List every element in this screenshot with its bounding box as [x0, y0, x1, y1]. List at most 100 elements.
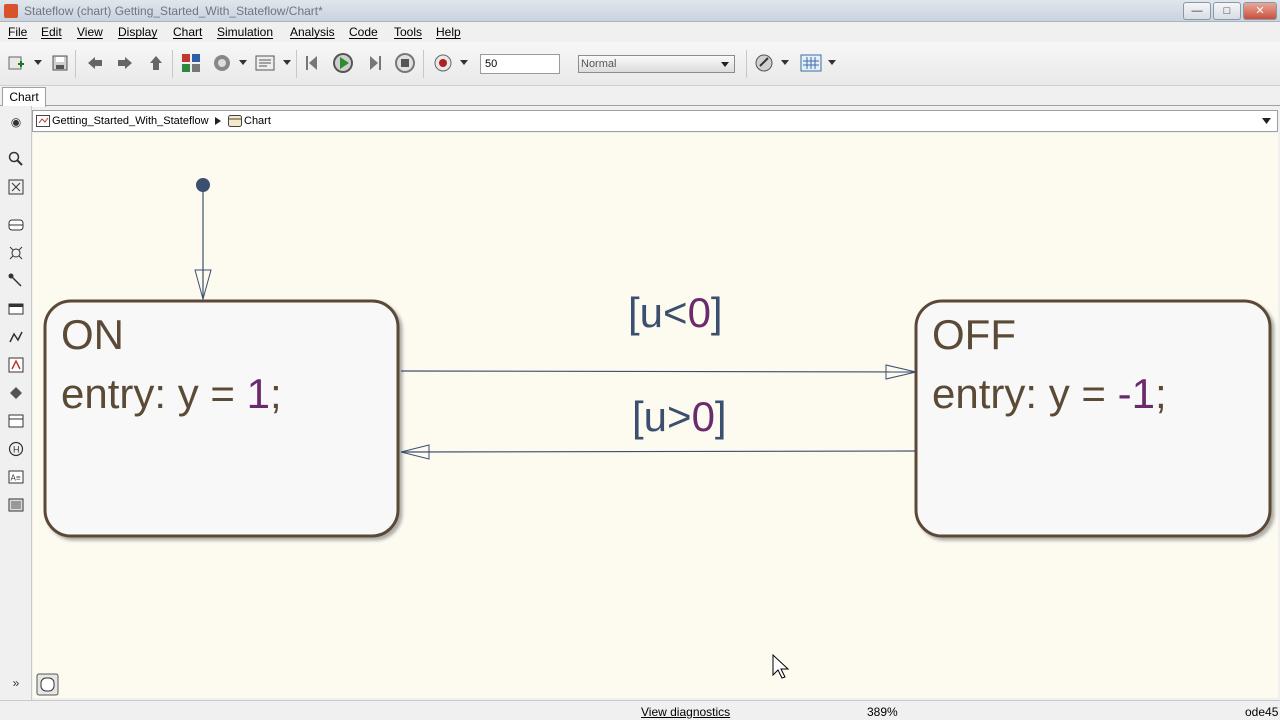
- status-bar: View diagnostics 389% ode45: [0, 700, 1280, 720]
- transition-2-open: [u>: [632, 393, 692, 440]
- chevron-down-icon[interactable]: [1262, 118, 1271, 124]
- menu-bar: File Edit View Display Chart Simulation …: [0, 22, 1280, 42]
- save-icon[interactable]: [49, 52, 71, 74]
- transition-off-to-on[interactable]: [400, 450, 917, 453]
- minimize-button[interactable]: —: [1183, 2, 1211, 20]
- state-off-action-suffix: ;: [1155, 370, 1167, 417]
- truth-table-tool-icon[interactable]: [8, 385, 24, 401]
- chevron-down-icon: [721, 62, 729, 67]
- menu-simulation[interactable]: Simulation: [217, 25, 273, 39]
- back-icon[interactable]: [84, 52, 106, 74]
- data-inspector-icon[interactable]: [800, 52, 822, 74]
- state-tool-icon[interactable]: [8, 217, 24, 233]
- history-junction-tool-icon[interactable]: H: [8, 441, 24, 457]
- state-on-action-prefix: entry: y =: [61, 370, 247, 417]
- toolbar: Normal: [0, 42, 1280, 86]
- title-bar: Stateflow (chart) Getting_Started_With_S…: [0, 0, 1280, 22]
- record-icon[interactable]: [432, 52, 454, 74]
- build-dropdown-icon[interactable]: [781, 60, 789, 65]
- state-on-action-suffix: ;: [270, 370, 282, 417]
- hide-show-explorer-icon[interactable]: ◉: [8, 114, 24, 130]
- state-off-action-prefix: entry: y =: [932, 370, 1118, 417]
- default-transition-dot[interactable]: [196, 178, 210, 192]
- transition-2-value: 0: [692, 393, 715, 440]
- up-icon[interactable]: [145, 52, 167, 74]
- step-forward-icon[interactable]: [363, 52, 385, 74]
- record-dropdown-icon[interactable]: [460, 60, 468, 65]
- menu-display[interactable]: Display: [118, 25, 157, 39]
- graphical-function-tool-icon[interactable]: [8, 413, 24, 429]
- image-tool-icon[interactable]: [8, 497, 24, 513]
- run-icon[interactable]: [332, 52, 354, 74]
- state-on[interactable]: ON entry: y = 1;: [43, 299, 400, 538]
- view-diagnostics-link[interactable]: View diagnostics: [641, 705, 730, 719]
- menu-chart[interactable]: Chart: [173, 25, 202, 39]
- fit-to-view-icon[interactable]: [8, 179, 24, 195]
- stop-time-input[interactable]: [480, 54, 560, 74]
- expand-palette-icon[interactable]: »: [8, 675, 24, 691]
- transition-1-open: [u<: [628, 289, 688, 336]
- state-off[interactable]: OFF entry: y = -1;: [914, 299, 1272, 538]
- chart-canvas[interactable]: ON entry: y = 1; OFF entry: y = -1; [u<0…: [33, 133, 1278, 698]
- state-on-name: ON: [61, 311, 124, 358]
- box-tool-icon[interactable]: [8, 301, 24, 317]
- maximize-button[interactable]: □: [1213, 2, 1241, 20]
- svg-text:A≡: A≡: [11, 474, 21, 483]
- stateflow-app-icon: [4, 4, 18, 18]
- zoom-level: 389%: [867, 705, 898, 719]
- explorer-dropdown-icon[interactable]: [283, 60, 291, 65]
- menu-edit[interactable]: Edit: [41, 25, 62, 39]
- config-dropdown-icon[interactable]: [239, 60, 247, 65]
- close-button[interactable]: ✕: [1243, 2, 1277, 20]
- breadcrumb-model[interactable]: Getting_Started_With_Stateflow: [52, 115, 209, 127]
- state-on-action-value: 1: [247, 370, 270, 417]
- matlab-function-tool-icon[interactable]: [8, 357, 24, 373]
- new-model-dropdown-icon[interactable]: [34, 60, 42, 65]
- model-icon: [36, 115, 50, 127]
- model-explorer-icon[interactable]: [254, 52, 276, 74]
- stop-icon[interactable]: [394, 52, 416, 74]
- menu-view[interactable]: View: [77, 25, 103, 39]
- simulink-function-tool-icon[interactable]: [8, 329, 24, 345]
- breadcrumb-chart[interactable]: Chart: [244, 115, 271, 127]
- model-config-icon[interactable]: [211, 52, 233, 74]
- junction-tool-icon[interactable]: [8, 245, 24, 261]
- simulation-mode-select[interactable]: Normal: [578, 55, 735, 73]
- object-palette: ◉ H A≡ »: [0, 106, 32, 700]
- tab-chart[interactable]: Chart: [2, 87, 46, 107]
- window-title: Stateflow (chart) Getting_Started_With_S…: [24, 4, 323, 18]
- stateflow-diagram: ON entry: y = 1; OFF entry: y = -1; [u<0…: [36, 178, 1272, 696]
- forward-icon[interactable]: [114, 52, 136, 74]
- svg-text:H: H: [13, 445, 20, 455]
- menu-file[interactable]: File: [8, 25, 27, 39]
- transition-label-u-greater-than-0[interactable]: [u>0]: [632, 393, 727, 440]
- library-browser-icon[interactable]: [180, 52, 202, 74]
- state-off-action-value: -1: [1118, 370, 1155, 417]
- annotation-tool-icon[interactable]: A≡: [8, 469, 24, 485]
- breadcrumb: Getting_Started_With_Stateflow Chart: [32, 110, 1278, 132]
- menu-tools[interactable]: Tools: [394, 25, 422, 39]
- simulation-mode-value: Normal: [581, 58, 617, 70]
- state-on-entry-action: entry: y = 1;: [61, 370, 282, 417]
- chart-icon: [228, 115, 242, 127]
- state-off-entry-action: entry: y = -1;: [932, 370, 1167, 417]
- build-icon[interactable]: [753, 52, 775, 74]
- transition-on-to-off[interactable]: [400, 370, 917, 373]
- menu-analysis[interactable]: Analysis: [290, 25, 335, 39]
- tab-bar: Chart: [0, 86, 1280, 107]
- menu-help[interactable]: Help: [436, 25, 461, 39]
- state-chart-mini-icon: [40, 677, 55, 692]
- mouse-cursor-icon: [772, 653, 790, 679]
- state-off-name: OFF: [932, 311, 1016, 358]
- new-model-icon[interactable]: [6, 52, 28, 74]
- transition-2-close: ]: [715, 393, 727, 440]
- transition-label-u-less-than-0[interactable]: [u<0]: [628, 289, 723, 336]
- inspector-dropdown-icon[interactable]: [828, 60, 836, 65]
- menu-code[interactable]: Code: [349, 25, 378, 39]
- zoom-icon[interactable]: [8, 151, 24, 167]
- step-back-icon[interactable]: [302, 52, 324, 74]
- breadcrumb-arrow-icon: [215, 117, 221, 125]
- transition-1-close: ]: [711, 289, 723, 336]
- transition-1-value: 0: [688, 289, 711, 336]
- default-transition-tool-icon[interactable]: [8, 273, 24, 289]
